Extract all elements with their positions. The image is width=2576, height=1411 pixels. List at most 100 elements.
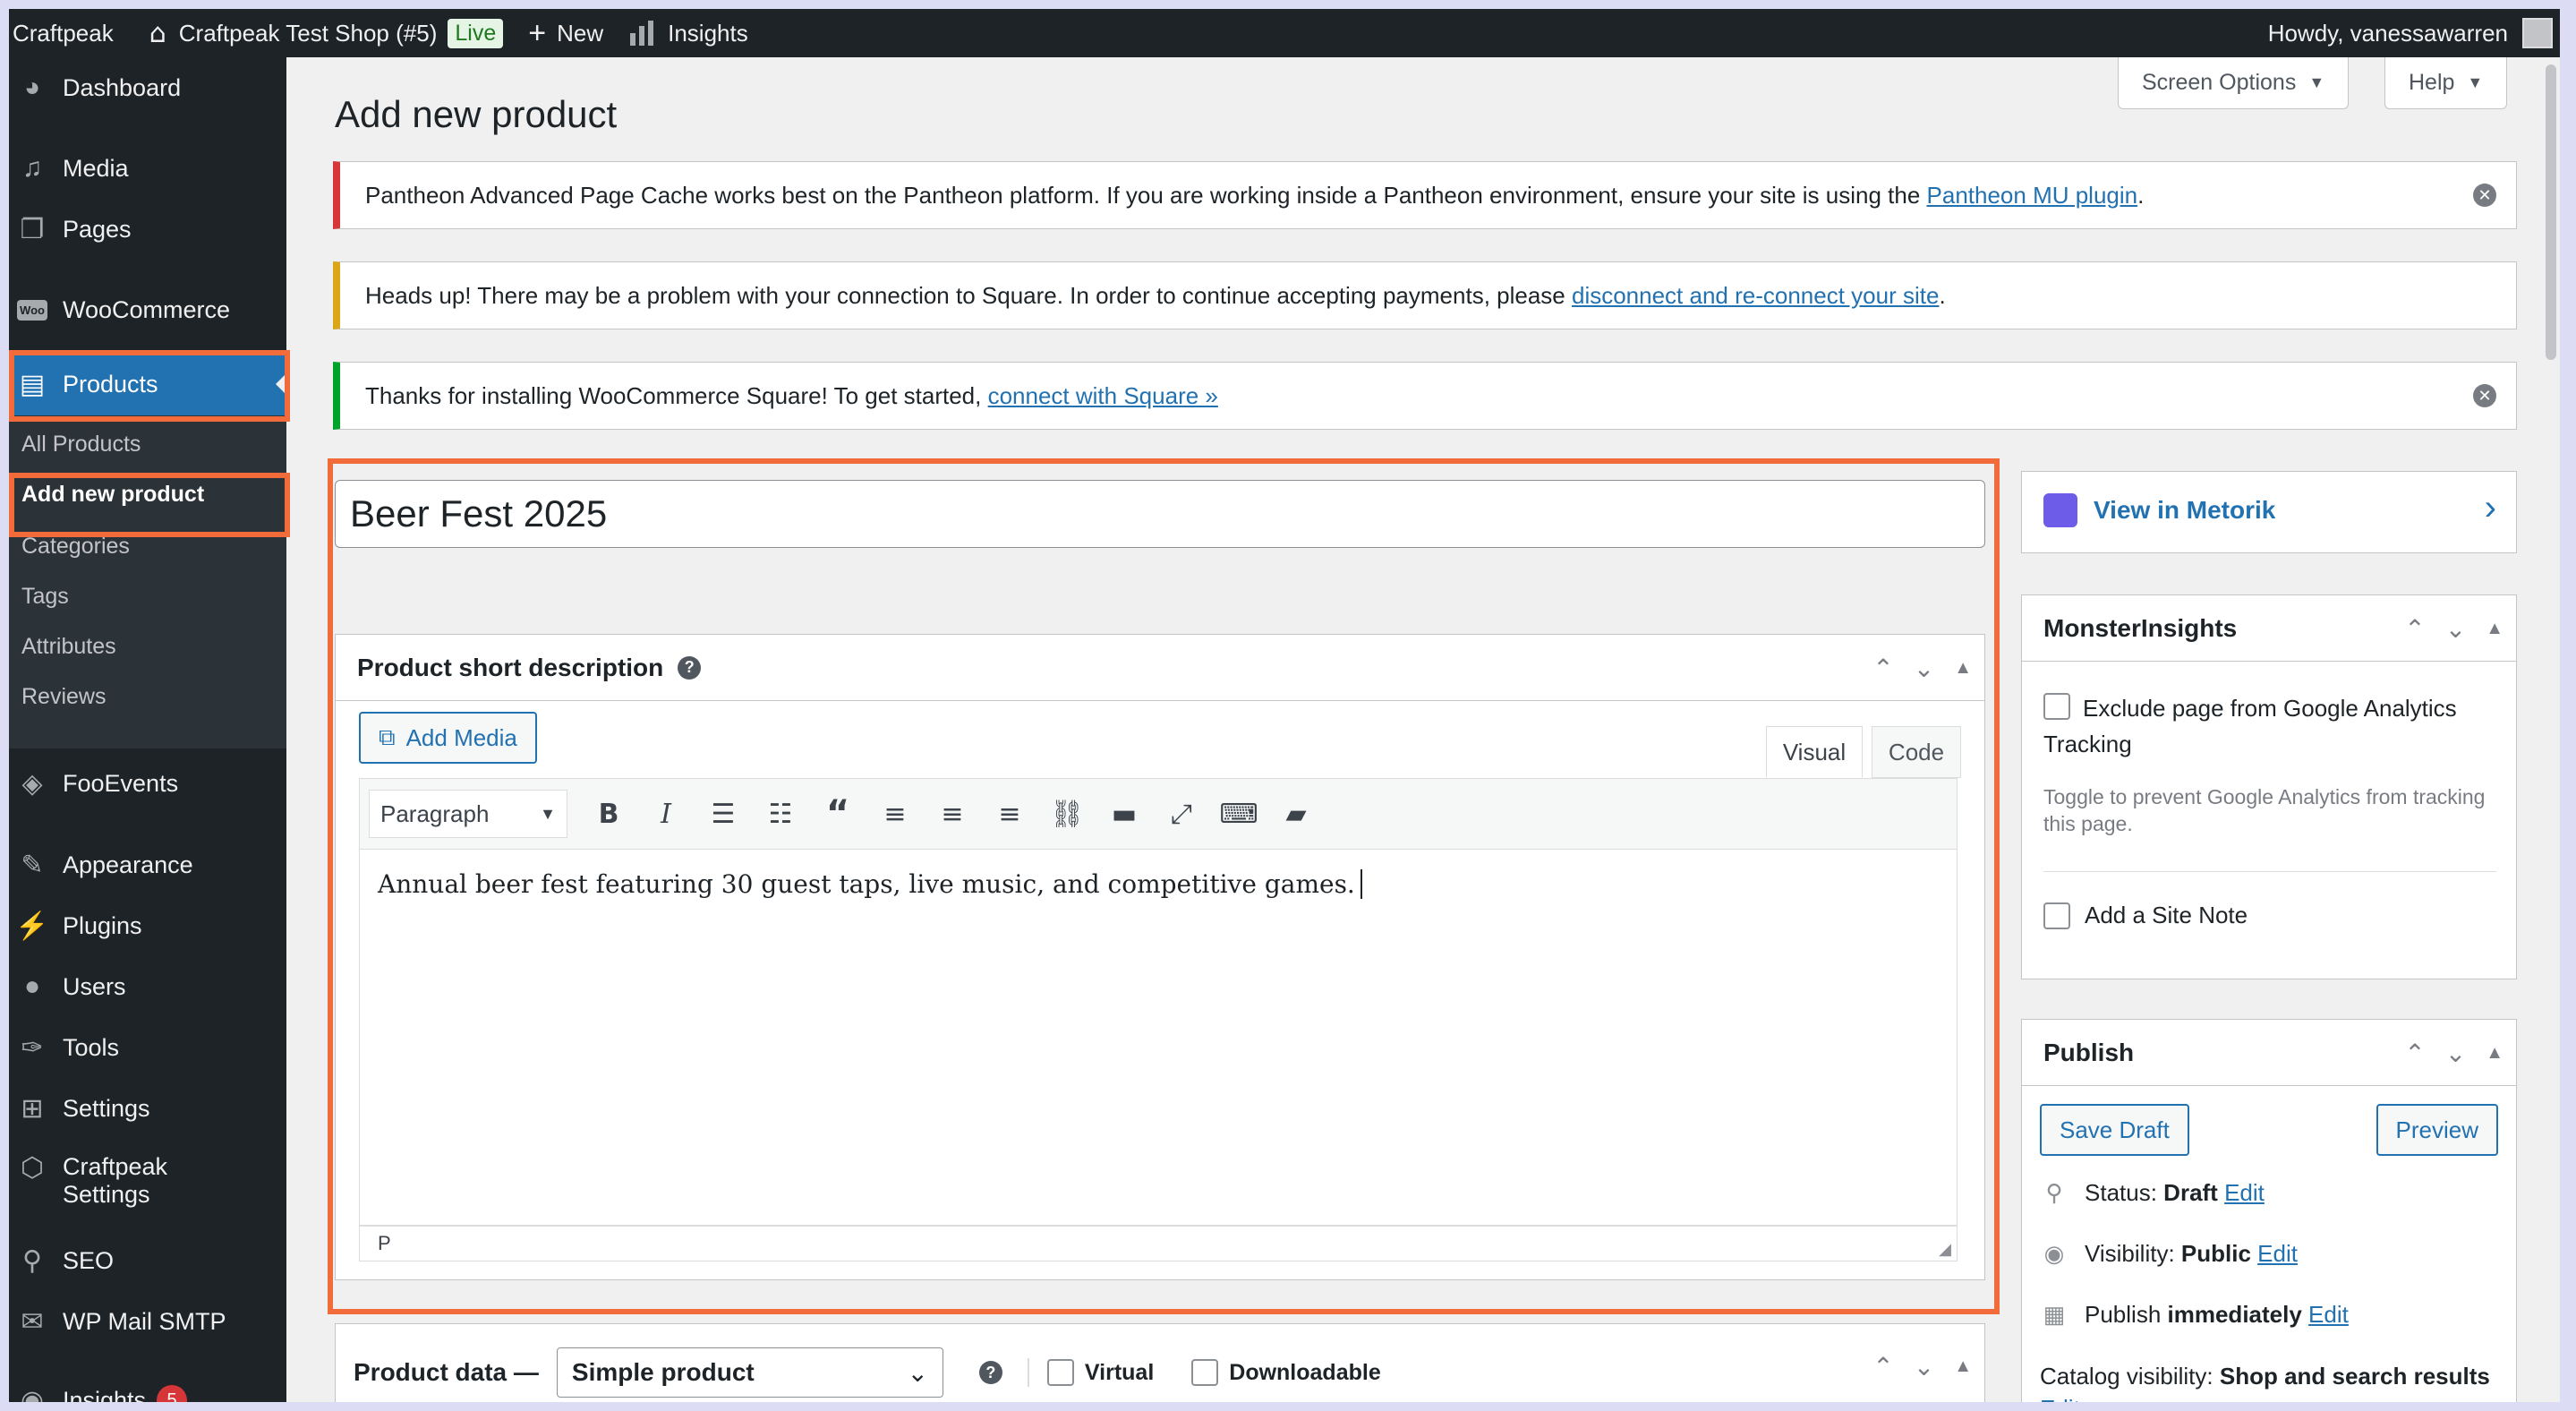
menu-wp-mail-smtp[interactable]: ✉ WP Mail SMTP xyxy=(9,1291,286,1352)
keyboard-icon[interactable]: ⌨ xyxy=(1210,790,1267,838)
caret-down-icon: ▼ xyxy=(2308,73,2325,91)
submenu-all-products[interactable]: All Products xyxy=(21,432,141,458)
product-type-select[interactable]: Simple product ⌄ xyxy=(556,1347,943,1398)
chevron-up-icon[interactable]: ⌃ xyxy=(2404,1039,2425,1068)
downloadable-checkbox[interactable] xyxy=(1191,1359,1219,1386)
submenu-reviews[interactable]: Reviews xyxy=(21,684,106,710)
chevron-up-icon[interactable]: ⌃ xyxy=(2404,614,2425,644)
menu-craftpeak-settings[interactable]: ⬡ Craftpeak Settings xyxy=(9,1141,286,1221)
browser-frame: Craftpeak ⌂ Craftpeak Test Shop (#5) Liv… xyxy=(9,9,2560,1402)
resize-handle-icon[interactable]: ◢ xyxy=(1939,1240,1951,1259)
media-icon: ♫ xyxy=(21,153,43,183)
submenu-categories[interactable]: Categories xyxy=(21,534,130,560)
site-note-checkbox[interactable] xyxy=(2043,902,2070,929)
short-description-editor[interactable]: Annual beer fest featuring 30 guest taps… xyxy=(359,850,1958,1226)
menu-woocommerce[interactable]: Woo WooCommerce xyxy=(9,279,286,340)
menu-users[interactable]: ● Users xyxy=(9,956,286,1017)
edit-visibility-link[interactable]: Edit xyxy=(2257,1240,2298,1267)
chevron-up-icon[interactable]: ⌃ xyxy=(1872,654,1893,683)
chevron-up-icon[interactable]: ⌃ xyxy=(1872,1352,1893,1381)
menu-settings[interactable]: ⊞ Settings xyxy=(9,1078,286,1139)
edit-catalog-visibility-link[interactable]: Edit xyxy=(2040,1395,2080,1402)
page-scrollbar[interactable] xyxy=(2542,57,2560,1402)
chevron-down-icon[interactable]: ⌄ xyxy=(1914,1352,1934,1381)
menu-appearance[interactable]: ✎ Appearance xyxy=(9,834,286,895)
pantheon-mu-plugin-link[interactable]: Pantheon MU plugin xyxy=(1927,182,2138,209)
fullscreen-icon[interactable]: ⤢ xyxy=(1153,790,1210,838)
magnifier-icon: ⚲ xyxy=(22,1245,42,1276)
menu-fooevents[interactable]: ◈ FooEvents xyxy=(9,750,286,817)
chevron-down-icon[interactable]: ⌄ xyxy=(1914,654,1934,683)
help-icon[interactable]: ? xyxy=(978,1361,1002,1384)
preview-button[interactable]: Preview xyxy=(2376,1104,2498,1156)
help-icon[interactable]: ? xyxy=(678,655,702,680)
bold-icon[interactable]: B xyxy=(580,790,637,838)
plus-icon: + xyxy=(528,15,547,50)
menu-insights[interactable]: ◉ Insights 5 xyxy=(9,1370,286,1402)
current-arrow-icon xyxy=(276,373,286,395)
chevron-down-icon[interactable]: ⌄ xyxy=(2445,1039,2466,1068)
link-icon[interactable]: ⛓ xyxy=(1038,790,1096,838)
edit-publish-date-link[interactable]: Edit xyxy=(2308,1301,2349,1328)
new-content-menu[interactable]: + New xyxy=(516,9,616,57)
menu-pages[interactable]: ❐ Pages xyxy=(9,199,286,260)
numbered-list-icon[interactable]: ☷ xyxy=(752,790,809,838)
edit-status-link[interactable]: Edit xyxy=(2224,1179,2265,1206)
admin-sidebar: ◕ Dashboard ♫ Media ❐ Pages Woo WooComme… xyxy=(9,57,286,1402)
save-draft-button[interactable]: Save Draft xyxy=(2040,1104,2189,1156)
insights-icon: ◉ xyxy=(20,1385,45,1403)
menu-media[interactable]: ♫ Media xyxy=(9,138,286,199)
tab-visual[interactable]: Visual xyxy=(1766,726,1863,778)
tab-code[interactable]: Code xyxy=(1872,726,1961,778)
collapse-toggle-icon[interactable]: ▲ xyxy=(1954,658,1972,679)
bulleted-list-icon[interactable]: ☰ xyxy=(695,790,752,838)
site-note-label: Add a Site Note xyxy=(2085,902,2248,928)
collapse-toggle-icon[interactable]: ▲ xyxy=(2486,1043,2503,1064)
products-submenu: All Products Add new product Categories … xyxy=(9,415,286,748)
ticket-icon[interactable]: ▰ xyxy=(1267,790,1325,838)
product-data-box: Product data — Simple product ⌄ ? Virtua… xyxy=(335,1323,1985,1402)
product-title-input[interactable]: Beer Fest 2025 xyxy=(335,480,1985,548)
collapse-toggle-icon[interactable]: ▲ xyxy=(2486,619,2503,639)
format-select[interactable]: Paragraph ▼ xyxy=(369,790,567,838)
menu-products[interactable]: ▤ Products xyxy=(9,353,286,415)
chevron-down-icon[interactable]: ⌄ xyxy=(2445,614,2466,644)
align-center-icon[interactable]: ≡ xyxy=(924,790,981,838)
menu-seo[interactable]: ⚲ SEO xyxy=(9,1230,286,1291)
metorik-box[interactable]: View in Metorik › xyxy=(2021,471,2517,553)
submenu-attributes[interactable]: Attributes xyxy=(21,634,116,660)
menu-dashboard[interactable]: ◕ Dashboard xyxy=(9,57,286,118)
connect-square-link[interactable]: connect with Square » xyxy=(988,382,1218,409)
reconnect-square-link[interactable]: disconnect and re-connect your site xyxy=(1572,282,1939,309)
exclude-ga-checkbox[interactable] xyxy=(2043,693,2070,720)
mail-icon: ✉ xyxy=(21,1306,44,1337)
dismiss-icon[interactable]: ✕ xyxy=(2473,184,2496,207)
brand-menu[interactable]: Craftpeak xyxy=(9,9,126,57)
screen-options-button[interactable]: Screen Options ▼ xyxy=(2118,57,2350,109)
submenu-add-new-product[interactable]: Add new product xyxy=(21,482,204,508)
blockquote-icon[interactable]: “ xyxy=(809,790,866,838)
menu-plugins[interactable]: ⚡ Plugins xyxy=(9,895,286,956)
collapse-toggle-icon[interactable]: ▲ xyxy=(1954,1356,1972,1377)
short-description-header: Product short description ? xyxy=(336,635,1984,701)
align-left-icon[interactable]: ≡ xyxy=(866,790,924,838)
plugin-icon: ⚡ xyxy=(15,911,49,941)
avatar xyxy=(2522,18,2553,48)
insights-menu[interactable]: Insights xyxy=(616,9,761,57)
virtual-checkbox[interactable] xyxy=(1046,1359,1074,1386)
help-button[interactable]: Help ▼ xyxy=(2384,57,2508,109)
account-menu[interactable]: Howdy, vanessawarren xyxy=(2268,9,2553,57)
greeting: Howdy, vanessawarren xyxy=(2267,19,2508,47)
dismiss-icon[interactable]: ✕ xyxy=(2473,384,2496,407)
site-name-menu[interactable]: ⌂ Craftpeak Test Shop (#5) Live xyxy=(137,9,516,57)
menu-tools[interactable]: ✑ Tools xyxy=(9,1017,286,1078)
scroll-thumb[interactable] xyxy=(2546,64,2556,360)
italic-icon[interactable]: I xyxy=(637,790,695,838)
add-media-button[interactable]: ⧉ Add Media xyxy=(359,712,537,764)
align-right-icon[interactable]: ≡ xyxy=(981,790,1038,838)
read-more-icon[interactable]: ▬ xyxy=(1096,790,1153,838)
submenu-tags[interactable]: Tags xyxy=(21,584,69,610)
bar-chart-icon xyxy=(630,21,654,46)
pin-icon: ⚲ xyxy=(2045,1179,2063,1206)
site-name: Craftpeak Test Shop (#5) xyxy=(178,19,438,47)
